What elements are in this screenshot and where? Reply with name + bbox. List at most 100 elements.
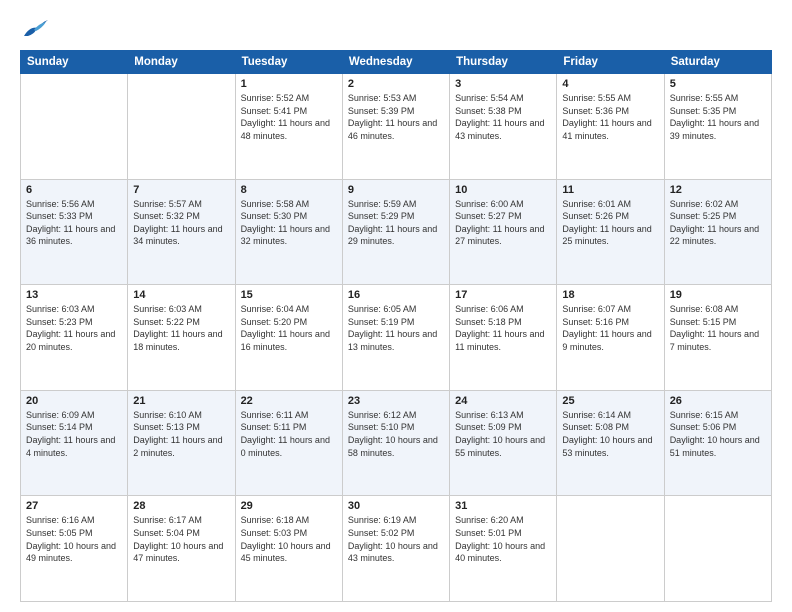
day-number: 21 bbox=[133, 395, 229, 407]
calendar-cell: 10Sunrise: 6:00 AMSunset: 5:27 PMDayligh… bbox=[450, 179, 557, 285]
calendar-cell: 18 Sunrise: 6:07 AMSunset: 5:16 PMDayligh… bbox=[557, 285, 664, 391]
day-number: 6 bbox=[26, 184, 122, 196]
day-detail: Sunrise: 6:05 AMSunset: 5:19 PMDaylight:… bbox=[348, 303, 444, 353]
calendar-cell: 25 Sunrise: 6:14 AMSunset: 5:08 PMDayligh… bbox=[557, 390, 664, 496]
calendar-cell: 2 Sunrise: 5:53 AMSunset: 5:39 PMDaylight… bbox=[342, 74, 449, 180]
calendar: SundayMondayTuesdayWednesdayThursdayFrid… bbox=[20, 50, 772, 602]
day-number: 22 bbox=[241, 395, 337, 407]
day-detail: Sunrise: 6:09 AMSunset: 5:14 PMDaylight:… bbox=[26, 409, 122, 459]
day-number: 16 bbox=[348, 289, 444, 301]
logo bbox=[20, 18, 52, 40]
calendar-cell bbox=[21, 74, 128, 180]
page: SundayMondayTuesdayWednesdayThursdayFrid… bbox=[0, 0, 792, 612]
day-detail: Sunrise: 6:18 AMSunset: 5:03 PMDaylight:… bbox=[241, 514, 337, 564]
calendar-cell: 3 Sunrise: 5:54 AMSunset: 5:38 PMDaylight… bbox=[450, 74, 557, 180]
day-number: 9 bbox=[348, 184, 444, 196]
day-detail: Sunrise: 6:15 AMSunset: 5:06 PMDaylight:… bbox=[670, 409, 766, 459]
day-number: 15 bbox=[241, 289, 337, 301]
day-detail: Sunrise: 6:01 AMSunset: 5:26 PMDaylight:… bbox=[562, 198, 658, 248]
day-detail: Sunrise: 5:59 AMSunset: 5:29 PMDaylight:… bbox=[348, 198, 444, 248]
day-number: 14 bbox=[133, 289, 229, 301]
calendar-cell: 13 Sunrise: 6:03 AMSunset: 5:23 PMDayligh… bbox=[21, 285, 128, 391]
day-detail: Sunrise: 6:17 AMSunset: 5:04 PMDaylight:… bbox=[133, 514, 229, 564]
day-detail: Sunrise: 5:55 AMSunset: 5:36 PMDaylight:… bbox=[562, 92, 658, 142]
header-tuesday: Tuesday bbox=[235, 51, 342, 74]
calendar-week-2: 6 Sunrise: 5:56 AMSunset: 5:33 PMDaylight… bbox=[21, 179, 772, 285]
calendar-week-4: 20 Sunrise: 6:09 AMSunset: 5:14 PMDayligh… bbox=[21, 390, 772, 496]
day-number: 4 bbox=[562, 78, 658, 90]
calendar-cell: 16 Sunrise: 6:05 AMSunset: 5:19 PMDayligh… bbox=[342, 285, 449, 391]
day-detail: Sunrise: 6:07 AMSunset: 5:16 PMDaylight:… bbox=[562, 303, 658, 353]
day-detail: Sunrise: 6:06 AMSunset: 5:18 PMDaylight:… bbox=[455, 303, 551, 353]
calendar-cell bbox=[664, 496, 771, 602]
day-detail: Sunrise: 6:03 AMSunset: 5:22 PMDaylight:… bbox=[133, 303, 229, 353]
day-number: 30 bbox=[348, 500, 444, 512]
calendar-cell: 31 Sunrise: 6:20 AMSunset: 5:01 PMDayligh… bbox=[450, 496, 557, 602]
header-saturday: Saturday bbox=[664, 51, 771, 74]
calendar-cell: 28 Sunrise: 6:17 AMSunset: 5:04 PMDayligh… bbox=[128, 496, 235, 602]
calendar-cell: 7 Sunrise: 5:57 AMSunset: 5:32 PMDaylight… bbox=[128, 179, 235, 285]
day-detail: Sunrise: 6:08 AMSunset: 5:15 PMDaylight:… bbox=[670, 303, 766, 353]
calendar-cell: 22 Sunrise: 6:11 AMSunset: 5:11 PMDayligh… bbox=[235, 390, 342, 496]
calendar-cell: 26Sunrise: 6:15 AMSunset: 5:06 PMDayligh… bbox=[664, 390, 771, 496]
day-number: 2 bbox=[348, 78, 444, 90]
day-number: 3 bbox=[455, 78, 551, 90]
day-number: 25 bbox=[562, 395, 658, 407]
logo-icon bbox=[20, 18, 48, 40]
day-number: 10 bbox=[455, 184, 551, 196]
day-detail: Sunrise: 5:58 AMSunset: 5:30 PMDaylight:… bbox=[241, 198, 337, 248]
day-number: 27 bbox=[26, 500, 122, 512]
day-detail: Sunrise: 5:52 AMSunset: 5:41 PMDaylight:… bbox=[241, 92, 337, 142]
day-detail: Sunrise: 5:54 AMSunset: 5:38 PMDaylight:… bbox=[455, 92, 551, 142]
day-detail: Sunrise: 6:16 AMSunset: 5:05 PMDaylight:… bbox=[26, 514, 122, 564]
calendar-week-5: 27 Sunrise: 6:16 AMSunset: 5:05 PMDayligh… bbox=[21, 496, 772, 602]
calendar-header-row: SundayMondayTuesdayWednesdayThursdayFrid… bbox=[21, 51, 772, 74]
calendar-cell: 29Sunrise: 6:18 AMSunset: 5:03 PMDayligh… bbox=[235, 496, 342, 602]
day-number: 20 bbox=[26, 395, 122, 407]
day-detail: Sunrise: 6:12 AMSunset: 5:10 PMDaylight:… bbox=[348, 409, 444, 459]
header-wednesday: Wednesday bbox=[342, 51, 449, 74]
day-number: 19 bbox=[670, 289, 766, 301]
calendar-cell: 24 Sunrise: 6:13 AMSunset: 5:09 PMDayligh… bbox=[450, 390, 557, 496]
day-detail: Sunrise: 6:03 AMSunset: 5:23 PMDaylight:… bbox=[26, 303, 122, 353]
day-number: 24 bbox=[455, 395, 551, 407]
calendar-cell: 23Sunrise: 6:12 AMSunset: 5:10 PMDayligh… bbox=[342, 390, 449, 496]
day-detail: Sunrise: 5:55 AMSunset: 5:35 PMDaylight:… bbox=[670, 92, 766, 142]
calendar-cell: 27 Sunrise: 6:16 AMSunset: 5:05 PMDayligh… bbox=[21, 496, 128, 602]
day-detail: Sunrise: 6:10 AMSunset: 5:13 PMDaylight:… bbox=[133, 409, 229, 459]
day-number: 12 bbox=[670, 184, 766, 196]
day-number: 7 bbox=[133, 184, 229, 196]
calendar-cell: 5 Sunrise: 5:55 AMSunset: 5:35 PMDaylight… bbox=[664, 74, 771, 180]
calendar-cell: 8Sunrise: 5:58 AMSunset: 5:30 PMDaylight… bbox=[235, 179, 342, 285]
day-detail: Sunrise: 6:14 AMSunset: 5:08 PMDaylight:… bbox=[562, 409, 658, 459]
day-detail: Sunrise: 6:20 AMSunset: 5:01 PMDaylight:… bbox=[455, 514, 551, 564]
day-detail: Sunrise: 6:13 AMSunset: 5:09 PMDaylight:… bbox=[455, 409, 551, 459]
day-detail: Sunrise: 5:53 AMSunset: 5:39 PMDaylight:… bbox=[348, 92, 444, 142]
day-number: 5 bbox=[670, 78, 766, 90]
header-thursday: Thursday bbox=[450, 51, 557, 74]
day-number: 13 bbox=[26, 289, 122, 301]
day-number: 28 bbox=[133, 500, 229, 512]
day-number: 31 bbox=[455, 500, 551, 512]
calendar-cell: 30 Sunrise: 6:19 AMSunset: 5:02 PMDayligh… bbox=[342, 496, 449, 602]
day-detail: Sunrise: 5:56 AMSunset: 5:33 PMDaylight:… bbox=[26, 198, 122, 248]
header bbox=[20, 18, 772, 40]
calendar-cell: 17Sunrise: 6:06 AMSunset: 5:18 PMDayligh… bbox=[450, 285, 557, 391]
calendar-cell: 4 Sunrise: 5:55 AMSunset: 5:36 PMDaylight… bbox=[557, 74, 664, 180]
day-number: 18 bbox=[562, 289, 658, 301]
day-detail: Sunrise: 6:04 AMSunset: 5:20 PMDaylight:… bbox=[241, 303, 337, 353]
day-number: 11 bbox=[562, 184, 658, 196]
calendar-cell: 19 Sunrise: 6:08 AMSunset: 5:15 PMDayligh… bbox=[664, 285, 771, 391]
day-detail: Sunrise: 5:57 AMSunset: 5:32 PMDaylight:… bbox=[133, 198, 229, 248]
calendar-week-1: 1Sunrise: 5:52 AMSunset: 5:41 PMDaylight… bbox=[21, 74, 772, 180]
calendar-cell: 11 Sunrise: 6:01 AMSunset: 5:26 PMDayligh… bbox=[557, 179, 664, 285]
calendar-cell: 6 Sunrise: 5:56 AMSunset: 5:33 PMDaylight… bbox=[21, 179, 128, 285]
day-detail: Sunrise: 6:11 AMSunset: 5:11 PMDaylight:… bbox=[241, 409, 337, 459]
calendar-cell: 20 Sunrise: 6:09 AMSunset: 5:14 PMDayligh… bbox=[21, 390, 128, 496]
day-detail: Sunrise: 6:02 AMSunset: 5:25 PMDaylight:… bbox=[670, 198, 766, 248]
calendar-cell bbox=[128, 74, 235, 180]
calendar-cell: 14 Sunrise: 6:03 AMSunset: 5:22 PMDayligh… bbox=[128, 285, 235, 391]
day-detail: Sunrise: 6:19 AMSunset: 5:02 PMDaylight:… bbox=[348, 514, 444, 564]
calendar-cell: 1Sunrise: 5:52 AMSunset: 5:41 PMDaylight… bbox=[235, 74, 342, 180]
calendar-cell: 12 Sunrise: 6:02 AMSunset: 5:25 PMDayligh… bbox=[664, 179, 771, 285]
